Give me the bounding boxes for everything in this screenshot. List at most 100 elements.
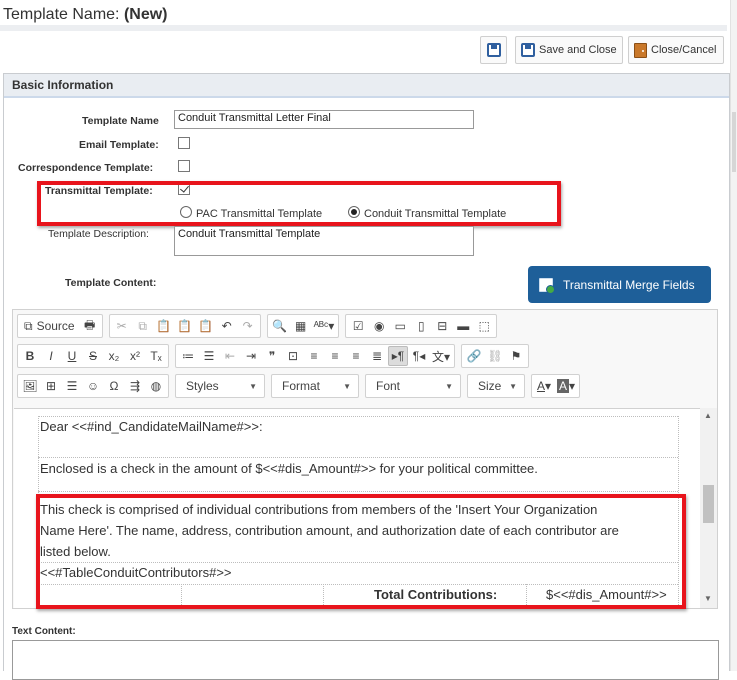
blockquote-icon[interactable]: ❞ [262, 346, 282, 366]
align-right-icon[interactable]: ≡ [346, 346, 366, 366]
special-character-icon[interactable]: Ω [104, 376, 124, 396]
text-color-icon[interactable]: A ▾ [534, 376, 554, 396]
unlink-icon[interactable]: ⛓ [485, 346, 505, 366]
paragraph-line-3: listed below. [40, 544, 111, 559]
spellcheck-icon[interactable]: ᴬᴮᶜ▾ [312, 316, 337, 336]
anchor-flag-icon[interactable]: ⚑ [506, 346, 526, 366]
strikethrough-icon[interactable]: S [83, 346, 103, 366]
page-scrollbar[interactable] [730, 0, 737, 671]
print-button[interactable]: 🖶 [80, 316, 100, 336]
transmittal-template-label: Transmittal Template: [45, 185, 153, 197]
hidden-field-icon[interactable]: ⬚ [474, 316, 494, 336]
table-border [323, 584, 324, 608]
numbered-list-icon[interactable]: ≔ [178, 346, 198, 366]
paste-icon[interactable]: 📋 [154, 316, 174, 336]
chevron-down-icon: ▼ [509, 381, 517, 391]
text-content-textarea[interactable] [12, 640, 719, 680]
copy-icon[interactable]: ⧉ [133, 316, 153, 336]
undo-icon[interactable]: ↶ [217, 316, 237, 336]
door-icon [634, 42, 647, 58]
button-form-icon[interactable]: ▬ [453, 316, 473, 336]
template-description-textarea[interactable]: Conduit Transmittal Template [174, 226, 474, 256]
styles-dropdown[interactable]: Styles ▼ [175, 374, 265, 398]
textfield-form-icon[interactable]: ▭ [390, 316, 410, 336]
chevron-down-icon: ▼ [343, 381, 351, 391]
indent-icon[interactable]: ⇥ [241, 346, 261, 366]
align-justify-icon[interactable]: ≣ [367, 346, 387, 366]
smiley-icon[interactable]: ☺ [83, 376, 103, 396]
iframe-globe-icon[interactable]: ◍ [146, 376, 166, 396]
editor-content-area[interactable]: Dear <<#ind_CandidateMailName#>>: Enclos… [14, 408, 700, 608]
find-icon[interactable]: 🔍 [270, 316, 290, 336]
editor-scrollbar-thumb[interactable] [703, 485, 714, 523]
image-icon[interactable]: 🖼 [20, 376, 40, 396]
align-center-icon[interactable]: ≡ [325, 346, 345, 366]
pac-transmittal-radio[interactable] [180, 206, 192, 218]
page-scrollbar-thumb[interactable] [732, 112, 736, 172]
scroll-up-icon[interactable]: ▲ [704, 411, 712, 420]
close-cancel-button[interactable]: Close/Cancel [628, 36, 724, 64]
table-border [526, 584, 527, 608]
remove-format-icon[interactable]: Tₓ [146, 346, 166, 366]
conduit-transmittal-radio[interactable] [348, 206, 360, 218]
language-icon[interactable]: 文▾ [430, 346, 452, 366]
radio-form-icon[interactable]: ◉ [369, 316, 389, 336]
horizontal-line-icon[interactable]: ☰ [62, 376, 82, 396]
font-label: Font [376, 379, 401, 393]
correspondence-template-label: Correspondence Template: [18, 162, 154, 174]
checkbox-form-icon[interactable]: ☑ [348, 316, 368, 336]
page-break-icon[interactable]: ⇶ [125, 376, 145, 396]
merge-fields-label: Transmittal Merge Fields [563, 277, 695, 292]
cut-icon[interactable]: ✂ [112, 316, 132, 336]
redo-icon[interactable]: ↷ [238, 316, 258, 336]
text-direction-ltr-icon[interactable]: ▸¶ [388, 346, 408, 366]
rich-text-editor: ⧉ Source 🖶 ✂ ⧉ 📋 📋 📋 ↶ ↷ 🔍 ▦ ᴬᴮᶜ▾ ☑ ◉ ▭ ▯… [12, 309, 718, 609]
chevron-down-icon: ▼ [445, 381, 453, 391]
table-icon[interactable]: ⊞ [41, 376, 61, 396]
size-dropdown[interactable]: Size ▼ [467, 374, 525, 398]
underline-icon[interactable]: U [62, 346, 82, 366]
textarea-form-icon[interactable]: ▯ [411, 316, 431, 336]
save-and-close-label: Save and Close [539, 44, 617, 56]
table-border [38, 584, 678, 585]
email-template-checkbox[interactable] [178, 137, 190, 149]
template-name-label: Template Name [82, 115, 159, 127]
transmittal-template-checkbox[interactable] [178, 183, 190, 195]
contributors-table-token: <<#TableConduitContributors#>> [40, 565, 232, 580]
superscript-icon[interactable]: x² [125, 346, 145, 366]
italic-icon[interactable]: I [41, 346, 61, 366]
template-name-input[interactable]: Conduit Transmittal Letter Final [174, 110, 474, 129]
template-content-label: Template Content: [65, 277, 157, 289]
save-button[interactable] [480, 36, 507, 64]
paste-word-icon[interactable]: 📋 [196, 316, 216, 336]
paragraph-line-1: This check is comprised of individual co… [40, 502, 598, 517]
bold-icon[interactable]: B [20, 346, 40, 366]
text-direction-rtl-icon[interactable]: ¶◂ [409, 346, 429, 366]
outdent-icon[interactable]: ⇤ [220, 346, 240, 366]
page-title: Template Name: (New) [3, 6, 168, 24]
select-all-icon[interactable]: ▦ [291, 316, 311, 336]
paste-text-icon[interactable]: 📋 [175, 316, 195, 336]
select-form-icon[interactable]: ⊟ [432, 316, 452, 336]
table-border [38, 491, 678, 492]
subscript-icon[interactable]: x₂ [104, 346, 124, 366]
correspondence-template-checkbox[interactable] [178, 160, 190, 172]
bulleted-list-icon[interactable]: ☰ [199, 346, 219, 366]
editor-scrollbar[interactable]: ▲ ▼ [700, 408, 717, 608]
paragraph-line-2: Name Here'. The name, address, contribut… [40, 523, 619, 538]
scroll-down-icon[interactable]: ▼ [704, 594, 712, 603]
source-button[interactable]: ⧉ Source [20, 316, 79, 336]
div-container-icon[interactable]: ⊡ [283, 346, 303, 366]
close-cancel-label: Close/Cancel [651, 44, 717, 56]
format-dropdown[interactable]: Format ▼ [271, 374, 359, 398]
save-and-close-button[interactable]: Save and Close [515, 36, 623, 64]
page-title-value: (New) [123, 6, 168, 23]
page-title-prefix: Template Name: [3, 6, 120, 23]
editor-toolbar-row-3: 🖼 ⊞ ☰ ☺ Ω ⇶ ◍ Styles ▼ Format ▼ Font ▼ Size… [17, 374, 581, 400]
source-icon: ⧉ [24, 318, 33, 333]
transmittal-merge-fields-button[interactable]: Transmittal Merge Fields [528, 266, 711, 303]
align-left-icon[interactable]: ≡ [304, 346, 324, 366]
link-icon[interactable]: 🔗 [464, 346, 484, 366]
font-dropdown[interactable]: Font ▼ [365, 374, 461, 398]
background-color-icon[interactable]: A ▾ [555, 376, 577, 396]
